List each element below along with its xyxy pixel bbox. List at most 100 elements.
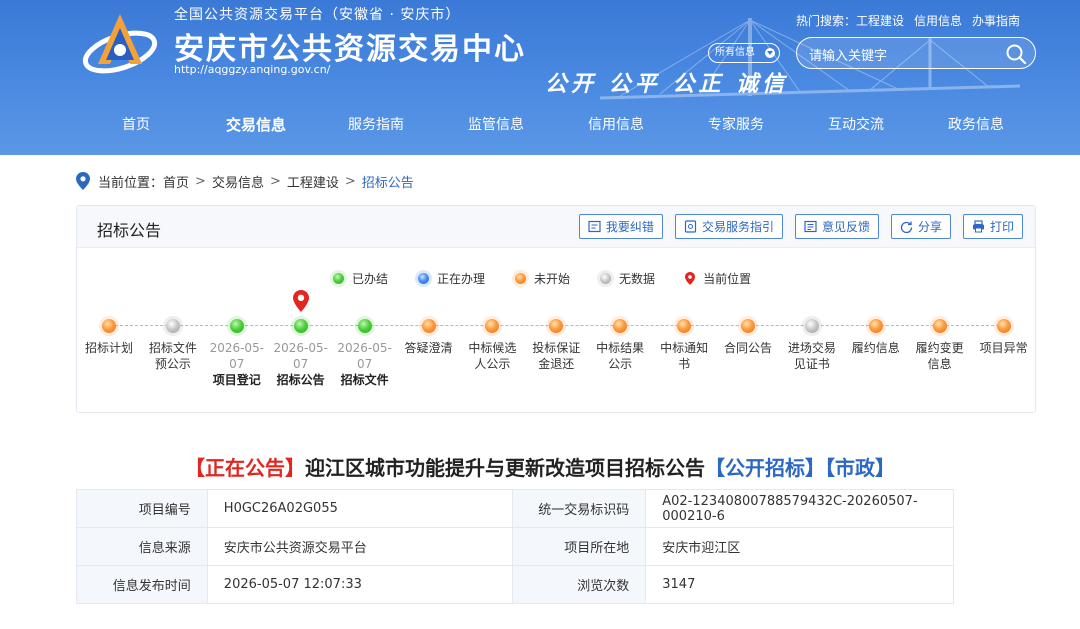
nav-item-credit[interactable]: 信用信息	[556, 112, 676, 142]
process-step-label: 中标通知书	[652, 340, 716, 372]
location-pin-icon	[76, 172, 90, 190]
print-icon	[972, 220, 984, 233]
process-step-name: 书	[678, 357, 691, 371]
legend-item-doing: 正在办理	[418, 270, 485, 287]
share-button[interactable]: 分享	[890, 214, 951, 239]
hot-search-link[interactable]: 信用信息	[914, 14, 962, 28]
nav-item-home[interactable]: 首页	[76, 112, 196, 142]
search-icon[interactable]	[1005, 43, 1027, 65]
service-guide-label: 交易服务指引	[701, 220, 774, 234]
hot-search-link[interactable]: 工程建设	[856, 14, 904, 28]
print-button[interactable]: 打印	[962, 214, 1023, 239]
info-key: 项目编号	[76, 489, 208, 528]
blue-dot-icon	[418, 273, 430, 284]
feedback-button[interactable]: 意见反馈	[794, 214, 879, 239]
process-step-label: 项目异常	[972, 340, 1036, 356]
service-guide-button[interactable]: 交易服务指引	[674, 214, 783, 239]
process-step-label: 2026-05- 07 招标文件	[333, 340, 397, 388]
nav-item-government[interactable]: 政务信息	[916, 112, 1036, 142]
process-step-label: 2026-05- 07 招标公告	[269, 340, 333, 388]
gray-dot-icon	[165, 319, 180, 333]
breadcrumb-label: 当前位置：	[98, 175, 164, 191]
report-error-button[interactable]: 我要纠错	[578, 214, 663, 239]
notice-tag: 【市政】	[825, 456, 895, 480]
table-row: 信息来源 安庆市公共资源交易平台 项目所在地 安庆市迎江区	[76, 527, 954, 566]
hot-search-link[interactable]: 办事指南	[972, 14, 1020, 28]
nav-item-interaction[interactable]: 互动交流	[796, 112, 916, 142]
breadcrumb-separator: >	[195, 173, 206, 189]
current-location-pin-icon	[292, 290, 309, 312]
site-logo[interactable]	[80, 8, 160, 80]
green-dot-icon	[333, 273, 344, 284]
nav-item-supervision[interactable]: 监管信息	[436, 112, 556, 142]
breadcrumb-item-engineering[interactable]: 工程建设	[287, 172, 339, 191]
process-step-date: 2026-05-	[209, 341, 265, 355]
process-step-name: 投标保证	[532, 341, 581, 355]
process-step-date: 2026-05-	[337, 341, 392, 355]
process-step-name: 项目异常	[979, 341, 1028, 355]
nav-item-service-guide[interactable]: 服务指南	[316, 112, 436, 142]
orange-dot-icon	[549, 319, 564, 333]
info-value: 2026-05-07 12:07:33	[206, 565, 514, 604]
info-key: 浏览次数	[512, 565, 647, 604]
process-card: 招标公告 我要纠错 交易服务指引 意见反馈 分享 打印 已办结 正在办理 未开始…	[76, 205, 1036, 413]
breadcrumb-separator: >	[269, 173, 281, 189]
info-value: A02-12340800788579432C-20260507-000210-6	[645, 489, 954, 528]
process-step-name: 合同公告	[723, 341, 772, 355]
table-row: 信息发布时间 2026-05-07 12:07:33 浏览次数 3147	[76, 565, 954, 604]
feedback-label: 意见反馈	[821, 220, 870, 234]
process-step-label: 2026-05- 07 项目登记	[205, 340, 269, 388]
process-step-label: 履约信息	[844, 340, 908, 356]
edit-icon	[588, 220, 601, 233]
process-step-name: 招标计划	[84, 341, 133, 355]
search-scope-select[interactable]: 所有信息	[708, 43, 780, 63]
toolbar: 我要纠错 交易服务指引 意见反馈 分享 打印	[567, 214, 1023, 239]
process-step-name: 中标候选	[468, 341, 517, 355]
status-legend: 已办结 正在办理 未开始 无数据 当前位置	[333, 270, 781, 287]
nav-item-trading-info[interactable]: 交易信息	[196, 112, 316, 142]
breadcrumb-item-current[interactable]: 招标公告	[362, 172, 414, 191]
info-key: 项目所在地	[512, 527, 647, 566]
process-step-date: 2026-05-	[273, 341, 328, 355]
info-key: 信息发布时间	[76, 565, 208, 604]
process-step-label: 中标候选 人公示	[460, 340, 524, 372]
search-placeholder: 请输入关键字	[809, 49, 888, 64]
orange-dot-icon	[421, 319, 436, 333]
legend-item-todo: 未开始	[515, 270, 570, 287]
legend-label: 无数据	[619, 272, 656, 286]
process-step-date: 07	[356, 357, 373, 371]
process-step-name: 项目登记	[212, 373, 261, 387]
orange-dot-icon	[102, 319, 116, 333]
orange-dot-icon	[677, 319, 692, 333]
process-card-header: 招标公告 我要纠错 交易服务指引 意见反馈 分享 打印	[77, 206, 1035, 248]
search-input[interactable]: 请输入关键字	[796, 37, 1036, 69]
orange-dot-icon	[515, 273, 527, 284]
process-step-name: 见证书	[793, 357, 830, 371]
platform-subtitle: 全国公共资源交易平台（安徽省 · 安庆市）	[174, 7, 461, 23]
site-slogan: 公开 公平 公正 诚信	[545, 72, 788, 97]
breadcrumb-item-trading-info[interactable]: 交易信息	[212, 172, 264, 191]
process-step-name: 人公示	[474, 357, 511, 371]
breadcrumb-item-home[interactable]: 首页	[163, 172, 189, 191]
process-step-name: 信息	[927, 357, 952, 371]
process-step-name: 履约信息	[851, 341, 900, 355]
info-key: 统一交易标识码	[512, 489, 647, 528]
process-step-label: 投标保证 金退还	[524, 340, 588, 372]
gray-dot-icon	[600, 273, 612, 284]
orange-dot-icon	[932, 319, 947, 333]
green-dot-icon	[357, 319, 372, 333]
process-step-date: 07	[229, 357, 245, 371]
nav-item-expert[interactable]: 专家服务	[676, 112, 796, 142]
process-step-name: 公示	[608, 357, 633, 371]
process-steps: 招标计划 招标文件 预公示 2026-05- 07 项目登记 2026-05- 07 招标公告 2…	[77, 290, 1037, 406]
process-step-label: 合同公告	[716, 340, 780, 356]
info-value: 3147	[645, 565, 954, 604]
legend-item-current: 当前位置	[685, 270, 751, 287]
site-url[interactable]: http://aqggzy.anqing.gov.cn/	[174, 63, 330, 76]
info-value: 安庆市迎江区	[645, 527, 954, 566]
table-row: 项目编号 H0GC26A02G055 统一交易标识码 A02-123408007…	[76, 489, 954, 528]
location-pin-icon	[685, 272, 696, 285]
breadcrumb-separator: >	[344, 173, 356, 189]
process-step-name: 进场交易	[787, 341, 836, 355]
report-error-label: 我要纠错	[605, 220, 654, 234]
